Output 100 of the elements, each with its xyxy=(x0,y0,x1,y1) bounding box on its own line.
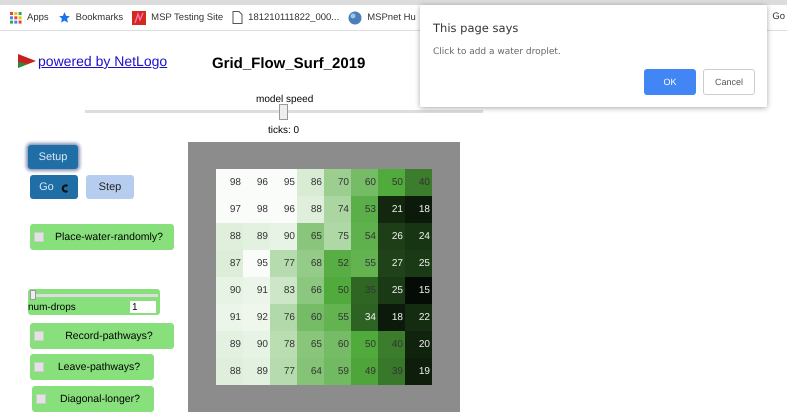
patch-value: 55 xyxy=(324,304,351,331)
patch-value: 19 xyxy=(405,358,432,385)
patch-value: 88 xyxy=(216,223,243,250)
patch-value: 60 xyxy=(324,331,351,358)
patch-value: 89 xyxy=(243,223,270,250)
patch-value: 88 xyxy=(297,196,324,223)
switch-label: Place-water-randomly? xyxy=(54,231,164,243)
dialog-title: This page says xyxy=(433,21,518,35)
patch-value: 97 xyxy=(216,196,243,223)
switch-checkbox[interactable] xyxy=(34,362,44,372)
switch-label: Record-pathways? xyxy=(64,330,154,342)
slider-track[interactable] xyxy=(30,290,158,300)
patch-value: 66 xyxy=(297,277,324,304)
patch-value: 50 xyxy=(324,277,351,304)
dialog-message: Click to add a water droplet. xyxy=(433,47,561,57)
bookmark-link[interactable]: 181210111822_000... xyxy=(248,12,340,23)
slider-label: num-drops xyxy=(28,302,76,312)
bookmark-link[interactable]: MSPnet Hu xyxy=(367,12,416,23)
ticks-counter: ticks: 0 xyxy=(268,125,300,136)
patch-value: 89 xyxy=(243,358,270,385)
patch-value: 89 xyxy=(216,331,243,358)
patch-value: 65 xyxy=(297,223,324,250)
patch-value: 60 xyxy=(297,304,324,331)
patch-value: 24 xyxy=(405,223,432,250)
patch-value: 55 xyxy=(351,250,378,277)
patch-value: 98 xyxy=(243,196,270,223)
patch-value: 96 xyxy=(243,169,270,196)
patch-value: 70 xyxy=(324,169,351,196)
slider-thumb[interactable] xyxy=(279,104,288,120)
patch-value: 90 xyxy=(270,223,297,250)
patch-value: 52 xyxy=(324,250,351,277)
patch-value: 60 xyxy=(351,169,378,196)
patch-value: 40 xyxy=(378,331,405,358)
patch-value: 90 xyxy=(243,331,270,358)
bookmark-link[interactable]: Bookmarks xyxy=(76,12,124,23)
patch-value: 92 xyxy=(243,304,270,331)
go-button[interactable]: Go xyxy=(30,175,78,199)
patch-value: 18 xyxy=(405,196,432,223)
patch-value: 91 xyxy=(243,277,270,304)
netlogo-logo-icon xyxy=(18,54,36,68)
patch-value: 53 xyxy=(351,196,378,223)
patch-value: 59 xyxy=(324,358,351,385)
patch-value: 20 xyxy=(405,331,432,358)
cancel-button[interactable]: Cancel xyxy=(703,69,755,95)
patch-value: 65 xyxy=(297,331,324,358)
netlogo-link[interactable]: powered by NetLogo xyxy=(38,53,168,69)
site-logo-icon xyxy=(132,10,146,24)
patch-value: 50 xyxy=(351,331,378,358)
slider-label: model speed xyxy=(256,94,314,105)
patch-value: 75 xyxy=(324,223,351,250)
switch-label: Diagonal-longer? xyxy=(59,393,141,405)
patch-value: 78 xyxy=(270,331,297,358)
switch-label: Leave-pathways? xyxy=(56,361,142,373)
patch-value: 64 xyxy=(297,358,324,385)
bookmark-link[interactable]: Apps xyxy=(27,12,49,23)
patch-value: 90 xyxy=(216,277,243,304)
switch-checkbox[interactable] xyxy=(36,394,46,404)
patch-value: 34 xyxy=(351,304,378,331)
patch-value: 54 xyxy=(351,223,378,250)
page-icon xyxy=(232,11,244,24)
patch-value: 77 xyxy=(270,358,297,385)
patch-value: 88 xyxy=(216,358,243,385)
patch-value: 74 xyxy=(324,196,351,223)
patch-value: 95 xyxy=(243,250,270,277)
switch-checkbox[interactable] xyxy=(34,331,44,341)
forever-icon xyxy=(60,184,69,193)
patch-value: 76 xyxy=(270,304,297,331)
patch-value: 25 xyxy=(378,277,405,304)
patch-value: 39 xyxy=(378,358,405,385)
patch-value: 98 xyxy=(216,169,243,196)
patch-value: 25 xyxy=(405,250,432,277)
globe-icon xyxy=(348,10,362,24)
star-icon xyxy=(58,11,71,24)
model-title: Grid_Flow_Surf_2019 xyxy=(212,55,366,72)
slider-thumb[interactable] xyxy=(30,290,36,300)
patch-value: 26 xyxy=(378,223,405,250)
setup-button[interactable]: Setup xyxy=(28,145,78,169)
switch-checkbox[interactable] xyxy=(34,232,44,242)
patch-value: 50 xyxy=(378,169,405,196)
apps-grid-icon xyxy=(10,12,22,24)
step-button[interactable]: Step xyxy=(86,175,134,199)
ok-button[interactable]: OK xyxy=(644,69,696,95)
patch-value: 87 xyxy=(216,250,243,277)
patch-value: 95 xyxy=(270,169,297,196)
slider-value-field[interactable]: 1 xyxy=(130,301,156,313)
bookmark-link[interactable]: Go xyxy=(772,11,785,22)
bookmark-link[interactable]: MSP Testing Site xyxy=(151,12,224,23)
patch-value: 40 xyxy=(405,169,432,196)
patch-value: 83 xyxy=(270,277,297,304)
patch-value: 77 xyxy=(270,250,297,277)
patch-value: 96 xyxy=(270,196,297,223)
patch-value: 49 xyxy=(351,358,378,385)
patch-value: 22 xyxy=(405,304,432,331)
patch-value: 86 xyxy=(297,169,324,196)
patch-value: 27 xyxy=(378,250,405,277)
patch-value: 68 xyxy=(297,250,324,277)
patch-value: 15 xyxy=(405,277,432,304)
patch-value: 21 xyxy=(378,196,405,223)
patch-value: 18 xyxy=(378,304,405,331)
patch-value: 91 xyxy=(216,304,243,331)
